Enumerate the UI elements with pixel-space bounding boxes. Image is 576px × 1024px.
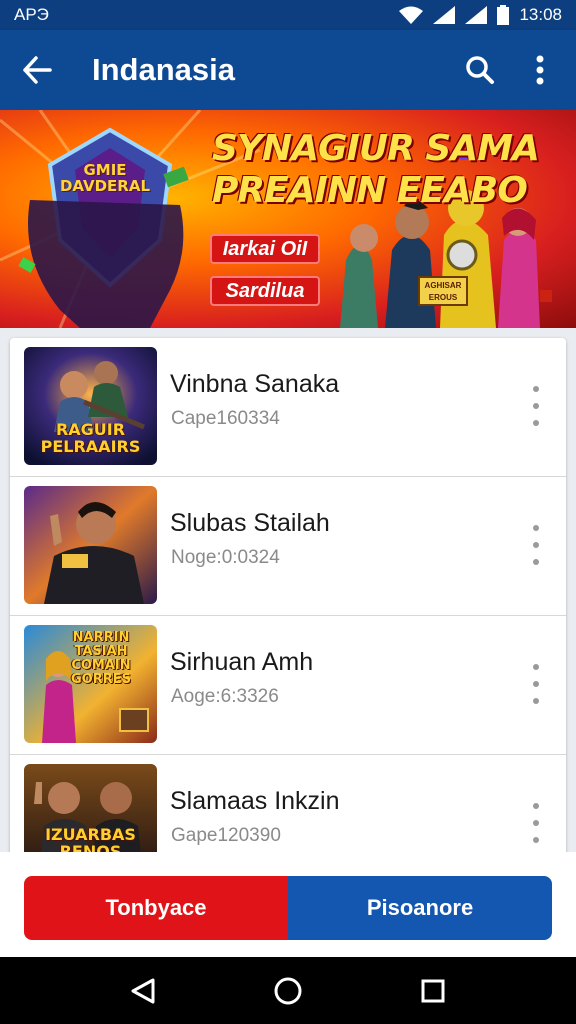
game-thumbnail: NARRIN TASIAH COMAIN GORRES bbox=[24, 625, 157, 743]
signal-icon bbox=[465, 6, 488, 24]
bottom-action-bar: Tonbyace Pisoanore bbox=[0, 852, 576, 957]
right-action-button[interactable]: Pisoanore bbox=[288, 876, 552, 940]
list-item-title: Slamaas Inkzin bbox=[170, 787, 340, 815]
thumbnail-caption: RAGUIR PELRAAIRS bbox=[40, 420, 141, 456]
list-item-subtitle: Aoge:6:3326 bbox=[171, 686, 279, 707]
more-vert-icon[interactable] bbox=[510, 30, 570, 110]
carrier-label: APЭ bbox=[14, 5, 49, 24]
clock: 13:08 bbox=[519, 5, 562, 24]
battery-icon bbox=[497, 5, 510, 25]
page-title: Indanasia bbox=[92, 52, 235, 87]
banner-headline-line1: SYNAGIUR SAMA bbox=[212, 128, 540, 169]
search-icon[interactable] bbox=[450, 30, 510, 110]
list-item-title: Sirhuan Amh bbox=[170, 648, 314, 676]
more-vert-icon[interactable] bbox=[526, 525, 546, 565]
list-item[interactable]: IZUARBAS RENOS Slamaas Inkzin Gape120390 bbox=[10, 755, 566, 858]
list-item-title: Vinbna Sanaka bbox=[170, 370, 340, 398]
banner-headline: SYNAGIUR SAMA PREAINN EEABO bbox=[212, 128, 540, 212]
status-bar: APЭ 13:08 bbox=[0, 0, 576, 30]
list-item-subtitle: Cape160334 bbox=[171, 408, 280, 429]
status-icons: 13:08 bbox=[399, 5, 562, 25]
left-action-button[interactable]: Tonbyace bbox=[24, 876, 288, 940]
banner-headline-line2: PREAINN EEABO bbox=[212, 170, 528, 211]
list-item[interactable]: Slubas Stailah Noge:0:0324 bbox=[10, 477, 566, 616]
list-item-subtitle: Gape120390 bbox=[171, 825, 281, 846]
game-thumbnail: RAGUIR PELRAAIRS bbox=[24, 347, 157, 465]
more-vert-icon[interactable] bbox=[526, 664, 546, 704]
back-arrow-icon[interactable] bbox=[2, 30, 72, 110]
banner-badge: AGHISAR EROUS bbox=[418, 276, 468, 306]
wifi-icon bbox=[399, 6, 424, 24]
thumbnail-caption: NARRIN TASIAH COMAIN GORRES bbox=[71, 630, 131, 687]
game-list: RAGUIR PELRAAIRS Vinbna Sanaka Cape16033… bbox=[10, 338, 566, 858]
system-nav-bar bbox=[0, 957, 576, 1024]
list-item-title: Slubas Stailah bbox=[170, 509, 330, 537]
banner-tag-1[interactable]: Iarkai OiI bbox=[210, 234, 320, 264]
banner-game-logo: GMIE DAVDERAL bbox=[59, 161, 151, 195]
more-vert-icon[interactable] bbox=[526, 386, 546, 426]
game-thumbnail: IZUARBAS RENOS bbox=[24, 764, 157, 858]
list-item-subtitle: Noge:0:0324 bbox=[171, 547, 280, 568]
more-vert-icon[interactable] bbox=[526, 803, 546, 843]
game-thumbnail bbox=[24, 486, 157, 604]
signal-icon bbox=[433, 6, 456, 24]
app-bar: Indanasia bbox=[0, 30, 576, 110]
list-item[interactable]: RAGUIR PELRAAIRS Vinbna Sanaka Cape16033… bbox=[10, 338, 566, 477]
home-circle-icon[interactable] bbox=[263, 966, 313, 1016]
back-triangle-icon[interactable] bbox=[118, 966, 168, 1016]
banner-tag-2[interactable]: Sardilua bbox=[210, 276, 320, 306]
promo-banner[interactable]: GMIE DAVDERAL SYNAGIUR SAMA PREAINN EEAB… bbox=[0, 110, 576, 328]
recents-square-icon[interactable] bbox=[408, 966, 458, 1016]
list-item[interactable]: NARRIN TASIAH COMAIN GORRES Sirhuan Amh … bbox=[10, 616, 566, 755]
